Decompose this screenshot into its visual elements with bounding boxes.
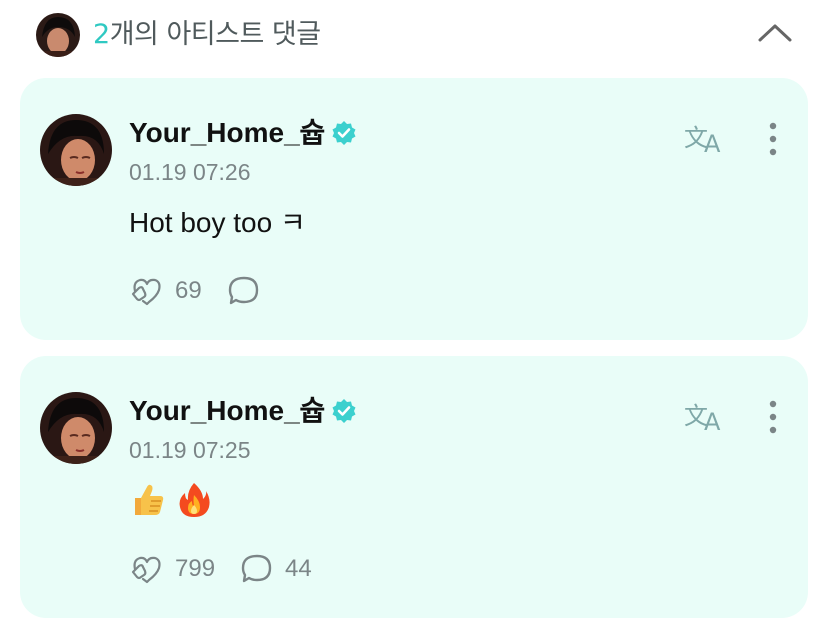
comment-card: Your_Home_슙 01.19 07:26 文 A Hot boy too …	[20, 78, 808, 340]
thumbs-up-emoji-icon	[135, 484, 164, 515]
more-vertical-icon	[769, 122, 777, 156]
comment-actions: 799 44	[129, 552, 336, 586]
author-name-text: Your_Home_슙	[129, 395, 326, 426]
verified-badge-icon	[332, 121, 356, 145]
comment-timestamp: 01.19 07:25	[129, 437, 251, 463]
collapse-button[interactable]	[756, 16, 794, 50]
translate-button[interactable]: 文 A	[684, 398, 728, 436]
reply-icon[interactable]	[239, 552, 275, 586]
translate-icon: 文 A	[684, 402, 721, 436]
like-count: 69	[175, 277, 202, 304]
comment-actions: 69	[129, 274, 296, 308]
comment-count: 2	[93, 19, 110, 50]
like-icon[interactable]	[129, 552, 165, 586]
artist-comments-header: 2개의 아티스트 댓글	[0, 0, 828, 68]
comment-emojis	[129, 480, 213, 520]
chevron-up-icon	[758, 24, 792, 42]
comment-text: Hot boy too ㅋ	[129, 207, 306, 238]
translate-icon: 文 A	[684, 124, 721, 158]
like-count: 799	[175, 555, 216, 582]
verified-badge-icon	[332, 399, 356, 423]
svg-text:A: A	[704, 408, 721, 434]
header-title: 2개의 아티스트 댓글	[93, 19, 321, 51]
reply-count: 44	[285, 555, 312, 582]
comment-card: Your_Home_슙 01.19 07:25 文 A 799 44	[20, 356, 808, 618]
more-vertical-icon	[769, 400, 777, 434]
author-name[interactable]: Your_Home_슙	[129, 116, 357, 150]
avatar[interactable]	[40, 392, 112, 464]
svg-text:A: A	[704, 130, 721, 156]
artist-comments-page: 2개의 아티스트 댓글 Your_Home_슙 01.19 07:26 文 A …	[0, 0, 828, 640]
comment-timestamp: 01.19 07:26	[129, 159, 251, 185]
header-avatar	[36, 13, 80, 57]
more-options-button[interactable]	[760, 398, 786, 436]
translate-button[interactable]: 文 A	[684, 120, 728, 158]
avatar[interactable]	[40, 114, 112, 186]
fire-emoji-icon	[179, 483, 210, 517]
reply-icon[interactable]	[226, 274, 262, 308]
header-title-text: 개의 아티스트 댓글	[109, 19, 321, 50]
author-name-text: Your_Home_슙	[129, 117, 326, 148]
author-name[interactable]: Your_Home_슙	[129, 394, 357, 428]
like-icon[interactable]	[129, 274, 165, 308]
more-options-button[interactable]	[760, 120, 786, 158]
